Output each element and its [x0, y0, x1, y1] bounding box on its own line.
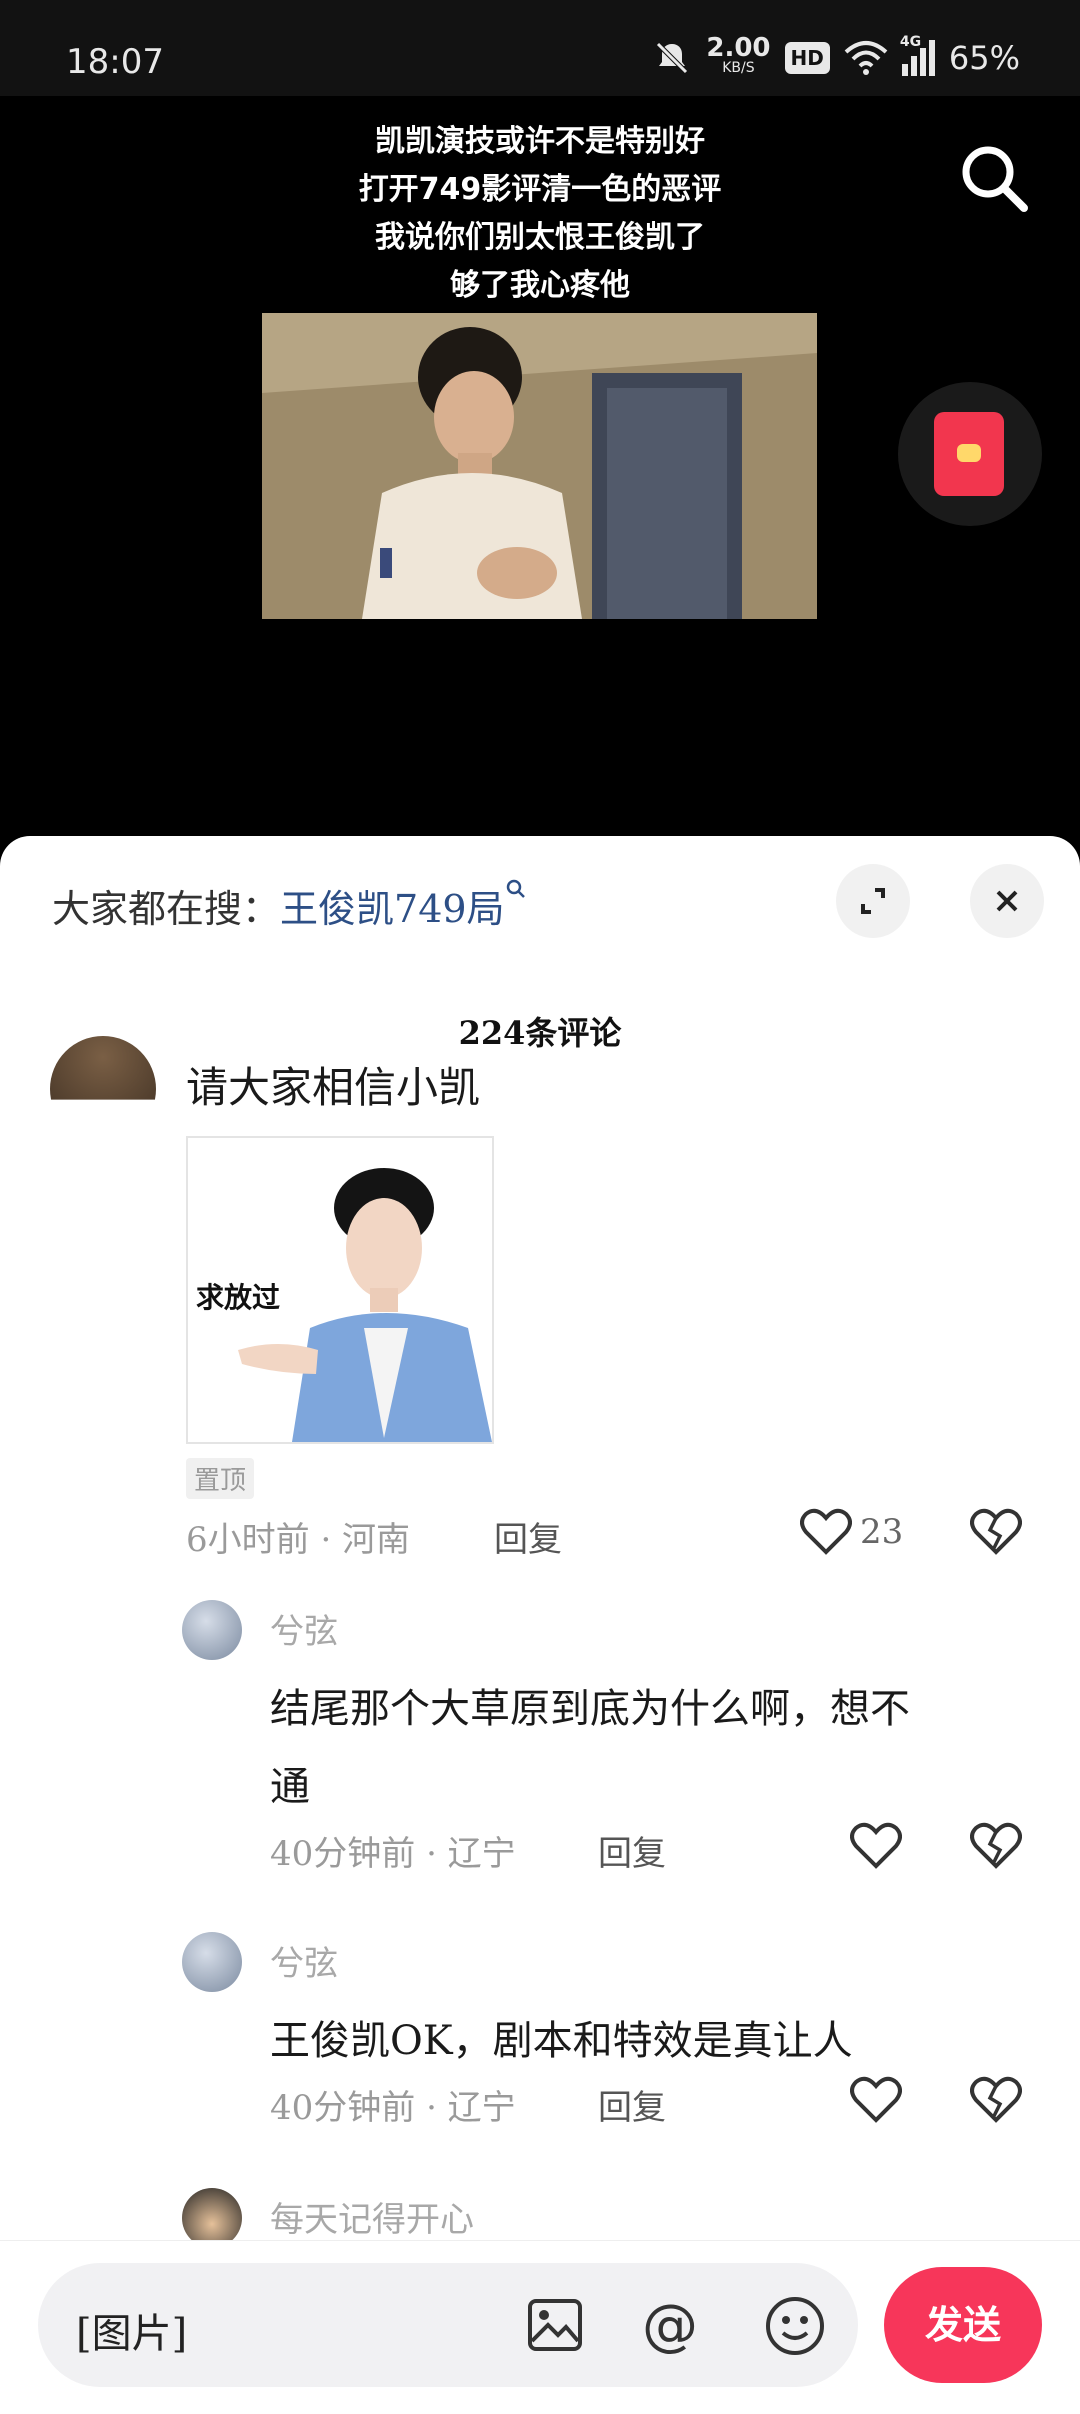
search-icon — [962, 146, 1028, 212]
dislike-button[interactable] — [970, 1822, 1022, 1874]
like-button[interactable] — [800, 1508, 852, 1560]
comment-count: 224条评论 — [458, 1014, 622, 1052]
expand-button[interactable] — [836, 864, 910, 938]
comment-input-bar: [图片] @ 发送 — [0, 2240, 1080, 2414]
mute-icon — [656, 42, 689, 74]
caption-line: 够了我心疼他 — [450, 268, 630, 303]
comment-meta: 40分钟前 · 辽宁 — [270, 2088, 516, 2128]
close-icon — [996, 890, 1018, 912]
heart-icon — [800, 1508, 852, 1555]
hot-search-label: 大家都在搜： — [52, 887, 281, 931]
broken-heart-icon — [970, 1822, 1022, 1869]
username[interactable]: 兮弦 — [270, 1604, 338, 1653]
broken-heart-icon — [970, 1508, 1022, 1555]
comment-text: 请大家相信小凯 — [186, 1063, 481, 1112]
reply-button[interactable]: 回复 — [598, 2080, 666, 2129]
like-button[interactable] — [850, 2076, 902, 2128]
status-icons: 2.00 KB/S HD 4G 65% — [652, 33, 1020, 78]
reply-button[interactable]: 回复 — [598, 1826, 666, 1875]
hot-search-keyword[interactable]: 王俊凯749局 — [280, 887, 505, 931]
dislike-button[interactable] — [970, 1508, 1022, 1560]
comment-input[interactable]: [图片] @ — [38, 2263, 858, 2387]
image-icon — [528, 2299, 582, 2351]
mention-button[interactable]: @ — [642, 2293, 698, 2358]
battery-level: 65% — [948, 39, 1020, 77]
heart-icon — [850, 2076, 902, 2123]
caption-line: 打开749影评清一色的恶评 — [358, 172, 722, 207]
caption-line: 我说你们别太恨王俊凯了 — [375, 220, 705, 255]
at-icon: @ — [642, 2293, 698, 2358]
caption-line: 凯凯演技或许不是特别好 — [375, 124, 705, 159]
comment-input-text: [图片] — [76, 2311, 188, 2357]
net-speed: 2.00 KB/S — [706, 33, 771, 76]
send-button[interactable]: 发送 — [884, 2267, 1042, 2383]
username[interactable]: 每天记得开心 — [270, 2192, 474, 2241]
avatar[interactable] — [50, 1036, 156, 1100]
comment-text-continued: 通 — [270, 1764, 310, 1810]
like-count: 23 — [860, 1512, 904, 1552]
video-frame — [262, 313, 817, 619]
comment-text: 王俊凯OK，剧本和特效是真让人 — [270, 2018, 853, 2064]
video-caption: 凯凯演技或许不是特别好 打开749影评清一色的恶评 我说你们别太恨王俊凯了 够了… — [0, 118, 1080, 310]
status-bar: 18:07 2.00 KB/S HD 4G 65% — [0, 0, 1080, 96]
status-time: 18:07 — [66, 42, 164, 82]
pinned-badge: 置顶 — [186, 1458, 255, 1499]
comment-sticker[interactable]: 求放过 — [186, 1136, 494, 1444]
avatar[interactable] — [182, 1932, 242, 1992]
broken-heart-icon — [970, 2076, 1022, 2123]
wifi-icon — [844, 41, 888, 75]
comment-sheet: 大家都在搜：王俊凯749局 224条评论 请大家相信小凯 求放过 置顶 6小时前… — [0, 836, 1080, 2414]
heart-icon — [850, 1822, 902, 1869]
comment-meta: 40分钟前 · 辽宁 — [270, 1834, 516, 1874]
image-button[interactable] — [526, 2297, 584, 2357]
comment-meta: 6小时前 · 河南 — [186, 1520, 411, 1560]
search-button[interactable] — [958, 142, 1030, 214]
avatar[interactable] — [182, 1600, 242, 1660]
signal-icon: 4G — [900, 34, 935, 76]
hot-search[interactable]: 大家都在搜：王俊凯749局 — [52, 878, 527, 933]
small-search-icon — [506, 879, 525, 898]
sticker-caption: 求放过 — [196, 1281, 281, 1314]
close-button[interactable] — [970, 864, 1044, 938]
like-button[interactable] — [850, 1822, 902, 1874]
avatar[interactable] — [182, 2188, 242, 2248]
emoji-icon — [766, 2297, 824, 2355]
comment-text: 结尾那个大草原到底为什么啊，想不 — [270, 1686, 910, 1732]
red-packet-button[interactable] — [898, 382, 1042, 526]
expand-icon — [861, 888, 885, 914]
red-envelope-seal — [957, 444, 981, 462]
hd-badge: HD — [784, 42, 830, 74]
reply-button[interactable]: 回复 — [494, 1512, 562, 1561]
dislike-button[interactable] — [970, 2076, 1022, 2128]
emoji-button[interactable] — [764, 2295, 826, 2361]
username[interactable]: 兮弦 — [270, 1936, 338, 1985]
